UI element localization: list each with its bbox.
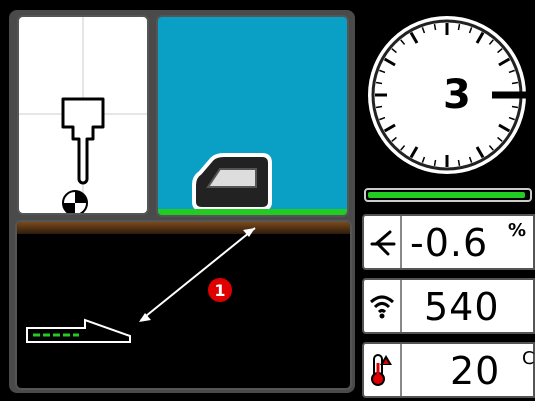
implement-view-panel[interactable] — [17, 15, 149, 215]
distance-arrow — [139, 227, 256, 322]
level-bar — [364, 188, 532, 202]
signal-readout[interactable]: 540 — [362, 278, 535, 334]
gauge-tick — [375, 105, 383, 109]
side-view-panel[interactable] — [156, 15, 349, 217]
gear-value: 3 — [443, 72, 471, 118]
slope-value: -0.6 — [410, 221, 489, 265]
slope-icon — [364, 216, 402, 268]
lever-icon — [61, 97, 105, 185]
gauge-tick — [511, 81, 519, 85]
temperature-unit: C — [522, 348, 535, 369]
signal-value: 540 — [424, 285, 500, 329]
gauge-tick — [511, 105, 519, 109]
level-bar-fill — [368, 192, 525, 198]
implement-view — [19, 17, 147, 213]
gauge-tick — [433, 159, 437, 167]
temperature-readout[interactable]: 20 C — [362, 342, 535, 398]
gauge-tick — [457, 23, 461, 31]
thermometer-icon — [364, 344, 402, 396]
grass-line — [158, 209, 347, 215]
gauge-tick — [457, 159, 461, 167]
bucket-icon — [26, 318, 131, 343]
gauge-tick — [375, 81, 383, 85]
center-target-icon — [62, 190, 88, 213]
marker-badge[interactable]: 1 — [208, 278, 232, 302]
side-view — [192, 153, 272, 211]
wifi-signal-icon — [364, 280, 402, 332]
temperature-value: 20 — [450, 349, 501, 393]
marker-label: 1 — [214, 280, 226, 300]
vehicle-icon — [192, 153, 272, 211]
profile-view — [26, 227, 256, 343]
slope-unit: % — [508, 220, 527, 241]
gauge-tick — [433, 23, 437, 31]
profile-panel[interactable]: 1 — [15, 220, 352, 390]
slope-readout[interactable]: -0.6 % — [362, 214, 535, 270]
